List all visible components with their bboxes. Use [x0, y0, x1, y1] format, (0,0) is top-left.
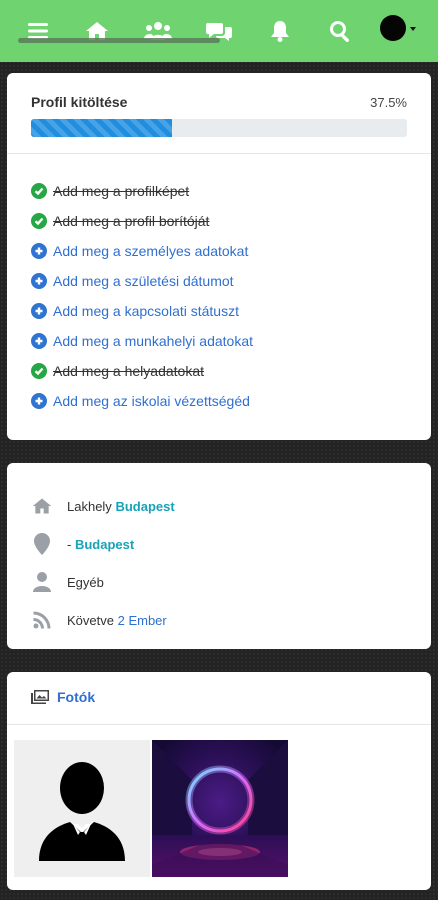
- following-link[interactable]: 2 Ember: [118, 613, 167, 628]
- photos-header: Fotók: [31, 689, 95, 705]
- profile-task-item: Add meg a helyadatokat: [31, 356, 411, 386]
- profile-task-list: Add meg a profilképet Add meg a profil bo…: [31, 176, 411, 416]
- other-row: Egyéb: [31, 563, 411, 601]
- search-icon[interactable]: [326, 18, 354, 44]
- profile-task-item[interactable]: Add meg az iskolai vézettségéd: [31, 386, 411, 416]
- avatar[interactable]: [380, 14, 428, 42]
- profile-task-item: Add meg a profilképet: [31, 176, 411, 206]
- other-label: Egyéb: [67, 574, 104, 590]
- plus-circle-icon: [31, 393, 47, 409]
- profile-task-label: Add meg a helyadatokat: [53, 363, 204, 379]
- plus-circle-icon: [31, 243, 47, 259]
- profile-task-item[interactable]: Add meg a munkahelyi adatokat: [31, 326, 411, 356]
- top-navbar: [0, 0, 438, 62]
- residence-label: Lakhely: [67, 498, 112, 514]
- profile-info-card: Lakhely Budapest - Budapest Egyéb Követv…: [7, 463, 431, 649]
- origin-prefix: -: [67, 536, 72, 552]
- profile-task-label[interactable]: Add meg az iskolai vézettségéd: [53, 393, 250, 409]
- profile-task-label[interactable]: Add meg a személyes adatokat: [53, 243, 248, 259]
- origin-link[interactable]: Budapest: [75, 537, 134, 552]
- profile-task-item: Add meg a profil borítóját: [31, 206, 411, 236]
- check-circle-icon: [31, 213, 47, 229]
- scroll-indicator: [18, 38, 220, 43]
- profile-task-label[interactable]: Add meg a születési dátumot: [53, 273, 234, 289]
- following-label: Követve: [67, 612, 114, 628]
- profile-task-item[interactable]: Add meg a kapcsolati státuszt: [31, 296, 411, 326]
- residence-link[interactable]: Budapest: [115, 499, 174, 514]
- photos-title[interactable]: Fotók: [57, 689, 95, 705]
- map-marker-icon: [31, 533, 53, 555]
- profile-completion-percent: 37.5%: [370, 95, 407, 110]
- plus-circle-icon: [31, 273, 47, 289]
- profile-completion-card: Profil kitöltése 37.5% Add meg a profilk…: [7, 73, 431, 440]
- profile-task-item[interactable]: Add meg a személyes adatokat: [31, 236, 411, 266]
- profile-completion-header: Profil kitöltése 37.5%: [31, 94, 407, 112]
- divider: [7, 153, 431, 154]
- residence-row: Lakhely Budapest: [31, 487, 411, 525]
- profile-completion-title: Profil kitöltése: [31, 94, 128, 110]
- images-icon: [31, 690, 49, 704]
- divider: [7, 724, 431, 725]
- plus-circle-icon: [31, 303, 47, 319]
- neon-ring-photo[interactable]: [152, 740, 288, 877]
- origin-row: - Budapest: [31, 525, 411, 563]
- check-circle-icon: [31, 183, 47, 199]
- default-avatar-photo[interactable]: [14, 740, 150, 877]
- profile-task-label[interactable]: Add meg a kapcsolati státuszt: [53, 303, 239, 319]
- profile-task-label: Add meg a profilképet: [53, 183, 190, 199]
- profile-task-label: Add meg a profil borítóját: [53, 213, 210, 229]
- following-row: Követve 2 Ember: [31, 601, 411, 639]
- bell-icon[interactable]: [266, 18, 294, 44]
- profile-task-item[interactable]: Add meg a születési dátumot: [31, 266, 411, 296]
- profile-progress-fill: [31, 119, 172, 137]
- plus-circle-icon: [31, 333, 47, 349]
- chevron-down-icon: [410, 27, 416, 31]
- profile-progress-bar: [31, 119, 407, 137]
- photos-card: Fotók: [7, 672, 431, 890]
- profile-task-label[interactable]: Add meg a munkahelyi adatokat: [53, 333, 253, 349]
- home-icon: [31, 495, 53, 517]
- rss-icon: [31, 609, 53, 631]
- avatar-image: [380, 15, 406, 41]
- user-icon: [31, 571, 53, 593]
- check-circle-icon: [31, 363, 47, 379]
